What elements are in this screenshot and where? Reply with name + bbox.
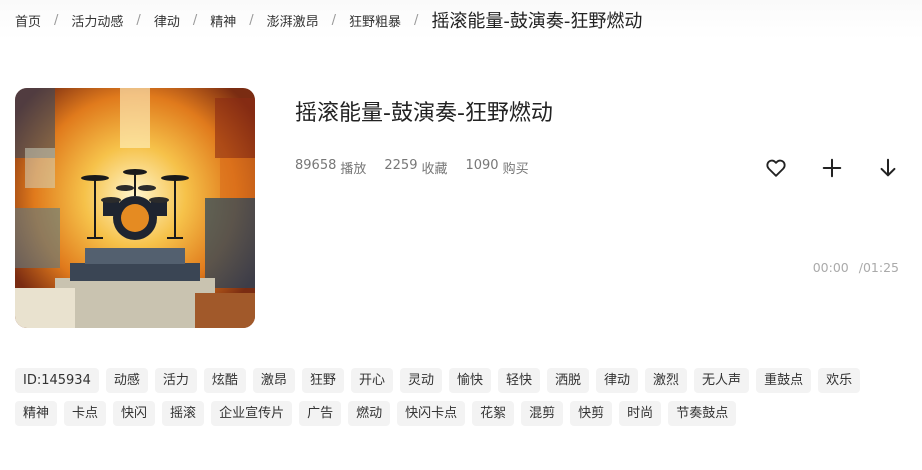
purchases-count: 1090: [465, 158, 499, 173]
tag-chip[interactable]: 欢乐: [818, 368, 861, 393]
tag-chip[interactable]: 狂野: [301, 368, 344, 393]
plays-stat: 89658 播放: [295, 158, 366, 177]
favorite-button[interactable]: [762, 154, 790, 182]
tag-chip[interactable]: 炫酷: [203, 368, 246, 393]
drum-kit-artwork: [15, 88, 255, 328]
plays-label: 播放: [340, 162, 367, 177]
tag-chip[interactable]: 快闪: [113, 401, 156, 426]
tag-chip[interactable]: 活力: [154, 368, 197, 393]
tag-list: ID:145934 动感 活力 炫酷 激昂 狂野 开心 灵动 愉快 轻快 洒脱 律动 激烈 无人声 重鼓点欢…: [15, 368, 895, 426]
breadcrumb-separator: /: [414, 12, 419, 28]
total-duration: /01:25: [858, 260, 899, 275]
breadcrumb-category[interactable]: 活力动感: [71, 11, 123, 30]
tag-chip[interactable]: 精神: [15, 401, 58, 426]
tag-chip[interactable]: 激烈: [645, 368, 688, 393]
breadcrumb: 首页 / 活力动感 / 律动 / 精神 / 澎湃激昂 / 狂野粗暴 / 摇滚能量…: [15, 8, 642, 32]
current-time: 00:00: [812, 260, 849, 275]
track-stats: 89658 播放 2259 收藏 1090 购买: [295, 158, 529, 177]
playback-time: 00:00 /01:25: [813, 260, 899, 275]
tag-chip[interactable]: 开心: [350, 368, 393, 393]
tag-chip[interactable]: 摇滚: [162, 401, 205, 426]
tag-chip[interactable]: 洒脱: [547, 368, 590, 393]
breadcrumb-separator: /: [54, 12, 59, 28]
plays-count: 89658: [295, 158, 337, 173]
track-id-tag: ID:145934: [15, 368, 99, 393]
tag-chip[interactable]: 燃动: [348, 401, 391, 426]
tag-chip[interactable]: 花絮: [472, 401, 515, 426]
heart-icon: [766, 159, 786, 177]
breadcrumb-current: 摇滚能量-鼓演奏-狂野燃动: [431, 11, 643, 32]
track-actions: [762, 154, 902, 182]
breadcrumb-separator: /: [331, 12, 337, 28]
breadcrumb-home[interactable]: 首页: [15, 11, 41, 30]
breadcrumb-category[interactable]: 澎湃激昂: [267, 11, 319, 30]
favorites-label: 收藏: [421, 162, 448, 177]
breadcrumb-category[interactable]: 律动: [154, 11, 180, 30]
breadcrumb-separator: /: [136, 12, 141, 28]
tag-chip[interactable]: 轻快: [497, 368, 540, 393]
breadcrumb-category[interactable]: 精神: [210, 11, 236, 30]
tag-chip[interactable]: 混剪: [521, 401, 564, 426]
track-cover-image[interactable]: [15, 88, 255, 328]
breadcrumb-separator: /: [249, 12, 254, 28]
tag-chip[interactable]: 广告: [299, 401, 342, 426]
favorites-count: 2259: [384, 158, 418, 173]
add-to-list-button[interactable]: [818, 154, 846, 182]
top-bar: 首页 / 活力动感 / 律动 / 精神 / 澎湃激昂 / 狂野粗暴 / 摇滚能量…: [0, 0, 922, 40]
tag-chip[interactable]: 企业宣传片: [211, 401, 293, 426]
tag-chip[interactable]: 卡点: [64, 401, 107, 426]
tag-chip[interactable]: 快剪: [570, 401, 613, 426]
tag-chip[interactable]: 节奏鼓点: [668, 401, 737, 426]
tag-chip[interactable]: 重鼓点: [756, 368, 812, 393]
tag-chip[interactable]: 快闪卡点: [397, 401, 466, 426]
favorites-stat: 2259 收藏: [384, 158, 447, 177]
purchases-stat: 1090 购买: [465, 158, 528, 177]
purchases-label: 购买: [502, 162, 529, 177]
breadcrumb-separator: /: [192, 12, 198, 28]
download-button[interactable]: [874, 154, 902, 182]
tag-chip[interactable]: 灵动: [399, 368, 442, 393]
track-title: 摇滚能量-鼓演奏-狂野燃动: [295, 101, 553, 126]
tag-chip[interactable]: 律动: [596, 368, 639, 393]
breadcrumb-category[interactable]: 狂野粗暴: [349, 11, 401, 30]
tag-chip[interactable]: 动感: [105, 368, 148, 393]
download-arrow-icon: [880, 158, 896, 177]
plus-icon: [822, 158, 842, 178]
tag-chip[interactable]: 愉快: [448, 368, 491, 393]
tag-chip[interactable]: 时尚: [619, 401, 662, 426]
tag-chip[interactable]: 无人声: [694, 368, 750, 393]
tag-chip[interactable]: 激昂: [252, 368, 295, 393]
